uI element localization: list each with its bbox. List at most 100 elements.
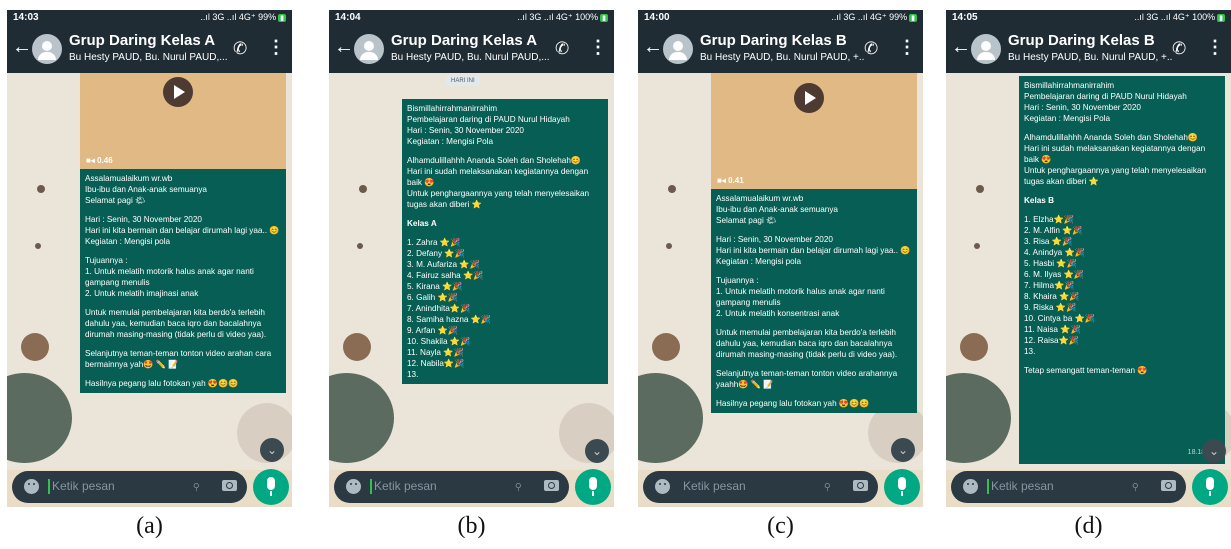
message-input[interactable]: Ketik pesan ⌕ [951, 471, 1186, 503]
mic-icon[interactable] [884, 469, 920, 505]
arrow-left-icon[interactable]: ← [334, 37, 354, 57]
status-bar: 14:00 ..ıl 3G ..ıl 4G⁺ 99% ▮ [638, 10, 923, 27]
emoji-icon[interactable] [655, 479, 670, 494]
message-line: 1. Elzha⭐🎉 [1024, 215, 1074, 224]
arrow-left-icon[interactable]: ← [951, 37, 971, 57]
chat-area[interactable]: HARI INI Bismillahirrahmanirrahim Pembela… [329, 73, 614, 470]
date-chip: HARI INI [446, 76, 480, 86]
message-line [85, 206, 281, 214]
message-line: Hari ini kita bermain dan belajar diruma… [85, 226, 280, 235]
message-line: 6. Galih ⭐🎉 [407, 293, 458, 302]
message-line [1024, 206, 1220, 214]
add-call-icon[interactable]: ✆ [555, 39, 569, 59]
message-line: 13. [1024, 347, 1036, 356]
message-line: 4. Anindya ⭐🎉 [1024, 248, 1085, 257]
chevron-double-down-icon[interactable]: ⌄ [585, 439, 609, 463]
emoji-icon[interactable] [963, 479, 978, 494]
message-bubble[interactable]: ■◂ 0.46 Assalamualaikum wr.wb Ibu-ibu dan… [80, 73, 286, 393]
group-title[interactable]: Grup Daring Kelas A [69, 32, 215, 49]
group-avatar[interactable] [32, 34, 62, 64]
message-line: Bismillahirrahmanirrahim [407, 104, 498, 113]
group-title[interactable]: Grup Daring Kelas B [700, 32, 847, 49]
status-time: 14:03 [13, 12, 39, 23]
message-line [85, 340, 281, 348]
phone-screenshot-c: 14:00 ..ıl 3G ..ıl 4G⁺ 99% ▮ ← Grup Darin… [638, 10, 923, 507]
group-title[interactable]: Grup Daring Kelas A [391, 32, 537, 49]
group-members[interactable]: Bu Hesty PAUD, Bu. Nurul PAUD,... [391, 52, 556, 63]
paperclip-icon[interactable]: ⌕ [818, 477, 836, 495]
more-vert-icon[interactable]: ⋮ [589, 37, 607, 58]
video-duration: ■◂ 0.41 [717, 176, 744, 185]
status-bar: 14:04 ..ıl 3G ..ıl 4G⁺ 100% ▮ [329, 10, 614, 27]
emoji-icon[interactable] [24, 479, 39, 494]
chat-header: ← Grup Daring Kelas A Bu Hesty PAUD, Bu.… [329, 27, 614, 73]
message-line: Untuk penghargaannya yang telah menyeles… [407, 189, 590, 209]
message-line: 4. Fairuz salha ⭐🎉 [407, 271, 484, 280]
paperclip-icon[interactable]: ⌕ [509, 477, 527, 495]
mic-icon[interactable] [575, 469, 611, 505]
paperclip-icon[interactable]: ⌕ [187, 477, 205, 495]
more-vert-icon[interactable]: ⋮ [267, 37, 285, 58]
emoji-icon[interactable] [346, 479, 361, 494]
message-line: Hasilnya pegang lalu fotokan yah 😍😊😊 [716, 399, 870, 408]
group-members[interactable]: Bu Hesty PAUD, Bu. Nurul PAUD,... [69, 52, 234, 63]
status-signal: ..ıl 3G ..ıl 4G⁺ 99% ▮ [200, 12, 286, 22]
chat-area[interactable]: Bismillahirrahmanirrahim Pembelajaran dar… [946, 73, 1231, 470]
group-avatar[interactable] [971, 34, 1001, 64]
message-line: Hasilnya pegang lalu fotokan yah 😍😊😊 [85, 379, 239, 388]
message-line: Assalamualaikum wr.wb [85, 174, 173, 183]
play-icon[interactable] [163, 77, 193, 107]
message-line: 10. Cintya ba ⭐🎉 [1024, 314, 1095, 323]
camera-icon[interactable] [222, 480, 237, 491]
group-members[interactable]: Bu Hesty PAUD, Bu. Nurul PAUD, +... [700, 52, 865, 63]
group-avatar[interactable] [354, 34, 384, 64]
message-line: Kegiatan : Mengisi Pola [1024, 114, 1111, 123]
chevron-double-down-icon[interactable]: ⌄ [260, 438, 284, 462]
message-line: 3. Risa ⭐🎉 [1024, 237, 1073, 246]
message-line: 8. Samiha hazna ⭐🎉 [407, 315, 492, 324]
message-line: 6. M. Ilyas ⭐🎉 [1024, 270, 1084, 279]
input-placeholder: Ketik pesan [683, 479, 746, 493]
message-line: 1. Zahra ⭐🎉 [407, 238, 461, 247]
chevron-double-down-icon[interactable]: ⌄ [891, 438, 915, 462]
message-line: Hari ini sudah melaksanakan kegiatannya … [407, 167, 589, 187]
more-vert-icon[interactable]: ⋮ [898, 37, 916, 58]
camera-icon[interactable] [544, 480, 559, 491]
chat-area[interactable]: ■◂ 0.46 Assalamualaikum wr.wb Ibu-ibu dan… [7, 73, 292, 470]
video-thumbnail[interactable]: ■◂ 0.41 [711, 73, 917, 189]
add-call-icon[interactable]: ✆ [1172, 39, 1186, 59]
message-line: Hari ini sudah melaksanakan kegiatannya … [1024, 144, 1206, 164]
add-call-icon[interactable]: ✆ [864, 39, 878, 59]
message-bubble[interactable]: Bismillahirrahmanirrahim Pembelajaran dar… [1019, 76, 1225, 464]
message-bubble[interactable]: ■◂ 0.41 Assalamualaikum wr.wb Ibu-ibu dan… [711, 73, 917, 413]
group-title[interactable]: Grup Daring Kelas B [1008, 32, 1155, 49]
video-thumbnail[interactable]: ■◂ 0.46 [80, 73, 286, 169]
battery-icon: ▮ [278, 14, 286, 22]
message-line: Hari : Senin, 30 November 2020 [716, 235, 833, 244]
phone-screenshot-d: 14:05 ..ıl 3G ..ıl 4G⁺ 100% ▮ ← Grup Dari… [946, 10, 1231, 507]
add-call-icon[interactable]: ✆ [233, 39, 247, 59]
message-input[interactable]: Ketik pesan ⌕ [12, 471, 247, 503]
mic-icon[interactable] [253, 469, 289, 505]
group-members[interactable]: Bu Hesty PAUD, Bu. Nurul PAUD, +... [1008, 52, 1173, 63]
message-input[interactable]: Ketik pesan ⌕ [643, 471, 878, 503]
message-input[interactable]: Ketik pesan ⌕ [334, 471, 569, 503]
arrow-left-icon[interactable]: ← [12, 37, 32, 57]
mic-icon[interactable] [1192, 469, 1228, 505]
more-vert-icon[interactable]: ⋮ [1206, 37, 1224, 58]
paperclip-icon[interactable]: ⌕ [1126, 477, 1144, 495]
arrow-left-icon[interactable]: ← [643, 37, 663, 57]
chat-area[interactable]: ■◂ 0.41 Assalamualaikum wr.wb Ibu-ibu dan… [638, 73, 923, 470]
message-line: Assalamualaikum wr.wb [716, 194, 804, 203]
chevron-double-down-icon[interactable]: ⌄ [1202, 439, 1226, 463]
message-line [85, 247, 281, 255]
message-line: Hari ini kita bermain dan belajar diruma… [716, 246, 911, 255]
camera-icon[interactable] [1161, 480, 1176, 491]
input-placeholder: Ketik pesan [991, 479, 1054, 493]
play-icon[interactable] [794, 83, 824, 113]
camera-icon[interactable] [853, 480, 868, 491]
status-time: 14:04 [335, 12, 361, 23]
message-bubble[interactable]: Bismillahirrahmanirrahim Pembelajaran dar… [402, 99, 608, 384]
group-avatar[interactable] [663, 34, 693, 64]
message-line: Kegiatan : Mengisi Pola [407, 137, 494, 146]
